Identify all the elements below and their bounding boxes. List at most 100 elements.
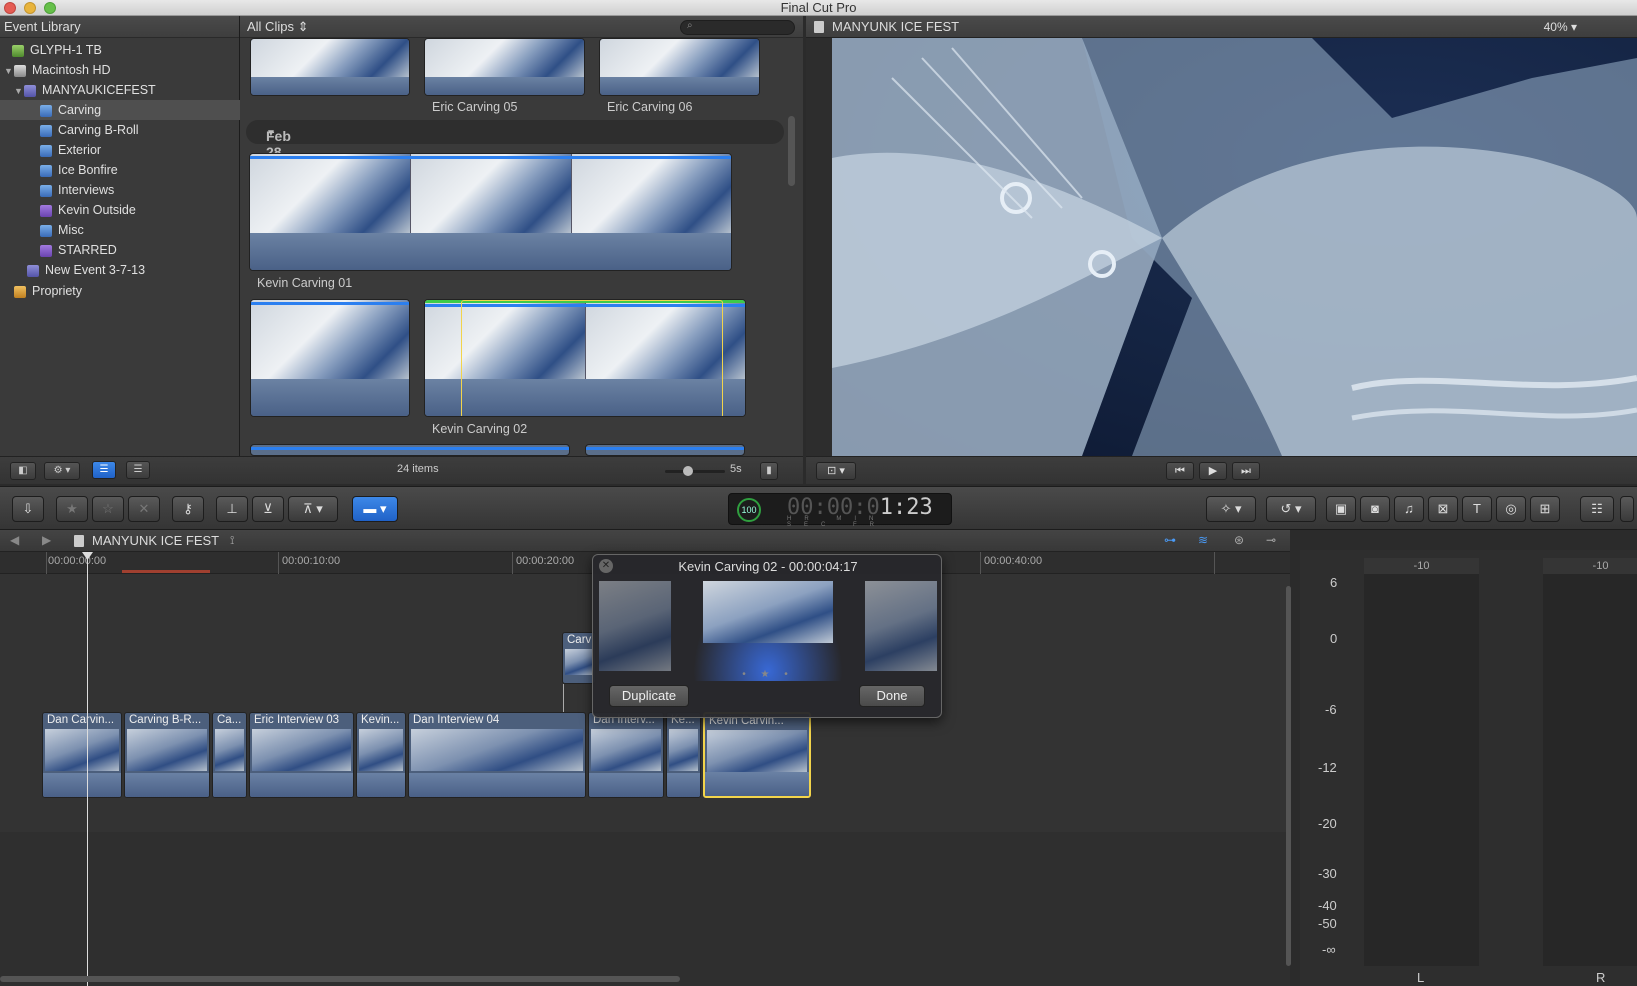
clip-filter-menu[interactable]: All Clips ⇕ xyxy=(247,16,308,38)
audition-pick-thumbnail[interactable] xyxy=(599,581,671,671)
favorite-star-icon[interactable]: ★ xyxy=(56,496,88,522)
retiming-icon[interactable]: ↺ ▾ xyxy=(1266,496,1316,522)
audition-pick-thumbnail[interactable] xyxy=(865,581,937,671)
audition-current-thumbnail[interactable] xyxy=(703,581,833,643)
photos-camera-icon[interactable]: ◙ xyxy=(1360,496,1390,522)
solo-icon[interactable]: ⊛ xyxy=(1234,533,1244,547)
library-item-starred[interactable]: STARRED xyxy=(0,240,240,260)
transitions-icon[interactable]: ⊠ xyxy=(1428,496,1458,522)
library-item-propriety[interactable]: Propriety xyxy=(0,281,240,301)
keyword-collection-icon xyxy=(40,164,52,177)
library-item-macintosh-hd[interactable]: ▼ Macintosh HD xyxy=(0,60,240,80)
previous-edit-icon[interactable]: ⏮ xyxy=(1166,462,1194,480)
viewer-header: MANYUNK ICE FEST 40% ▾ xyxy=(806,16,1637,38)
dashboard-timecode[interactable]: 100 00:00:01:23 HR MIN SEC FR xyxy=(728,493,952,528)
done-button[interactable]: Done xyxy=(859,685,925,707)
toggle-library-icon[interactable]: ◧ xyxy=(10,462,36,480)
clip-thumbnail[interactable] xyxy=(250,444,570,456)
background-tasks-icon[interactable]: 100 xyxy=(737,498,761,522)
timeline-index-icon[interactable]: ⟟ xyxy=(230,533,234,548)
clip-thumbnail-eric-05[interactable] xyxy=(424,38,585,96)
audio-meters-panel: -10 -10 6 0 -6 -12 -20 -30 -40 -50 -∞ L … xyxy=(1300,550,1637,986)
reject-icon[interactable]: ✕ xyxy=(128,496,160,522)
titles-icon[interactable]: T xyxy=(1462,496,1492,522)
disclosure-triangle-icon[interactable]: ▼ xyxy=(4,61,14,81)
clip-thumbnail[interactable] xyxy=(250,299,410,417)
timeline-clip[interactable]: Carving B-R... xyxy=(124,712,210,798)
filmstrip-view-icon[interactable]: ☰ xyxy=(92,461,116,479)
viewer-display-options-icon[interactable]: ⊡ ▾ xyxy=(816,462,856,480)
library-item-new-event[interactable]: New Event 3-7-13 xyxy=(0,260,240,280)
clip-label: Eric Carving 06 xyxy=(607,100,693,114)
timeline-clip[interactable]: Ca... xyxy=(212,712,247,798)
disclosure-triangle-icon[interactable]: ▼ xyxy=(14,81,24,101)
timeline-clip-selected[interactable]: Kevin Carvin... xyxy=(703,712,811,798)
search-field[interactable]: ⌕ xyxy=(680,20,795,35)
skimming-icon[interactable]: ⊶ xyxy=(1164,533,1176,547)
library-item-ice-bonfire[interactable]: Ice Bonfire xyxy=(0,160,240,180)
list-view-icon[interactable]: ☰ xyxy=(126,461,150,479)
viewer-zoom-menu[interactable]: 40% ▾ xyxy=(1544,16,1577,38)
keyword-editor-icon[interactable]: ⚷ xyxy=(172,496,204,522)
playhead[interactable] xyxy=(82,552,93,986)
keyword-collection-icon xyxy=(40,184,52,197)
meter-scale-label: -20 xyxy=(1318,816,1337,831)
generators-icon[interactable]: ◎ xyxy=(1496,496,1526,522)
forward-arrow-icon[interactable]: ▶ xyxy=(42,533,51,547)
timeline-clip[interactable]: Dan Interview 04 xyxy=(408,712,586,798)
library-item-exterior[interactable]: Exterior xyxy=(0,140,240,160)
clip-browser: All Clips ⇕ ⌕ Eric Carving 05 Eric Carvi… xyxy=(240,16,803,484)
date-group-header[interactable]: ▼Feb 28, 2013 (18) xyxy=(246,120,784,192)
clip-thumbnail[interactable] xyxy=(585,444,745,456)
clip-thumbnail[interactable] xyxy=(250,38,410,96)
play-icon[interactable]: ▶ xyxy=(1199,462,1227,480)
timeline-clip[interactable]: Ke... xyxy=(666,712,701,798)
ice-sculpture-image xyxy=(832,38,1637,456)
append-clip-icon[interactable]: ⊼ ▾ xyxy=(288,496,338,522)
timeline-clip[interactable]: Dan Interv... xyxy=(588,712,664,798)
import-media-icon[interactable]: ⇩ xyxy=(12,496,44,522)
browser-scrollbar[interactable] xyxy=(788,116,795,186)
inspector-icon[interactable]: ☷ xyxy=(1580,496,1614,522)
meter-scale-label: -30 xyxy=(1318,866,1337,881)
ruler-mark: 00:00:00:00 xyxy=(48,555,107,567)
timeline-clip[interactable]: Dan Carvin... xyxy=(42,712,122,798)
meter-scale-label: -∞ xyxy=(1322,942,1336,957)
media-browser-icon[interactable]: ▣ xyxy=(1326,496,1356,522)
keyword-collection-icon xyxy=(40,104,52,117)
clip-thumbnail-kevin-01[interactable] xyxy=(249,153,732,271)
timeline-clip[interactable]: Eric Interview 03 xyxy=(249,712,354,798)
clip-thumbnail-eric-06[interactable] xyxy=(599,38,760,96)
duplicate-button[interactable]: Duplicate xyxy=(609,685,689,707)
audio-meter-left: -10 xyxy=(1364,558,1479,966)
insert-clip-icon[interactable]: ⊻ xyxy=(252,496,284,522)
unrate-star-icon[interactable]: ☆ xyxy=(92,496,124,522)
selection-range[interactable] xyxy=(461,300,723,416)
clip-thumbnail-kevin-02[interactable] xyxy=(424,299,746,417)
timeline-clip[interactable]: Kevin... xyxy=(356,712,406,798)
connect-clip-icon[interactable]: ⊥ xyxy=(216,496,248,522)
audio-skimming-icon[interactable]: ≋ xyxy=(1198,533,1208,547)
library-item-event[interactable]: ▼ MANYAUKICEFEST xyxy=(0,80,240,100)
library-item-carving[interactable]: Carving xyxy=(0,100,240,120)
timeline-horizontal-scrollbar[interactable] xyxy=(0,976,680,982)
next-edit-icon[interactable]: ⏭ xyxy=(1232,462,1260,480)
folder-icon xyxy=(14,285,26,298)
enhancements-wand-icon[interactable]: ✧ ▾ xyxy=(1206,496,1256,522)
toolbar-overflow[interactable] xyxy=(1620,496,1634,522)
edit-mode-menu-icon[interactable]: ▬ ▾ xyxy=(352,496,398,522)
timeline-vertical-scrollbar[interactable] xyxy=(1286,586,1291,966)
library-item-carving-broll[interactable]: Carving B-Roll xyxy=(0,120,240,140)
library-item-glyph[interactable]: GLYPH-1 TB xyxy=(0,40,240,60)
snapping-icon[interactable]: ⊸ xyxy=(1266,533,1276,547)
back-arrow-icon[interactable]: ◀ xyxy=(10,533,19,547)
library-item-misc[interactable]: Misc xyxy=(0,220,240,240)
action-gear-icon[interactable]: ⚙ ▾ xyxy=(44,462,80,480)
clip-zoom-slider[interactable] xyxy=(665,466,725,476)
library-item-kevin-outside[interactable]: Kevin Outside xyxy=(0,200,240,220)
music-note-icon[interactable]: ♫ xyxy=(1394,496,1424,522)
waveform-toggle-icon[interactable]: ▮ xyxy=(760,462,778,480)
connected-clip[interactable]: Carv xyxy=(562,632,596,684)
library-item-interviews[interactable]: Interviews xyxy=(0,180,240,200)
themes-icon[interactable]: ⊞ xyxy=(1530,496,1560,522)
